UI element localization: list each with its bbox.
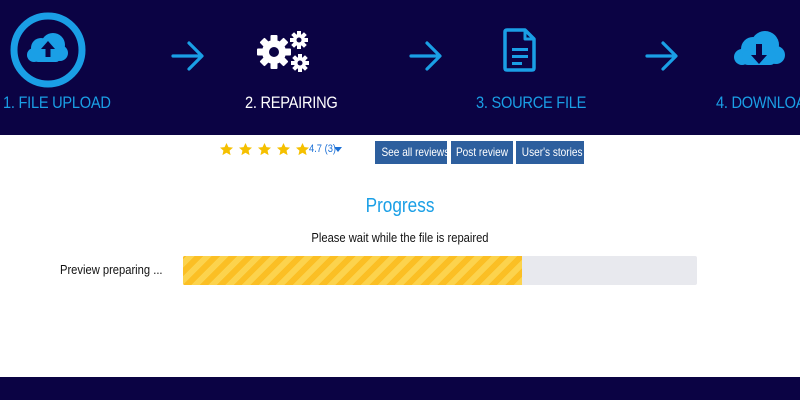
caret-down-icon[interactable] <box>334 147 342 152</box>
cloud-download-icon <box>734 31 785 65</box>
progress-bar-fill <box>183 256 523 285</box>
see-all-reviews-label: See all reviews <box>381 145 450 159</box>
document-icon <box>503 28 536 72</box>
arrow-right-icon <box>409 41 442 71</box>
star-icon[interactable] <box>219 142 234 157</box>
users-stories-button[interactable]: User's stories <box>516 141 584 164</box>
arrow-right-icon <box>171 41 204 71</box>
star-icon[interactable] <box>276 142 291 157</box>
rating-value[interactable]: 4.7 (3) <box>309 143 336 155</box>
footer-bar <box>0 377 800 400</box>
see-all-reviews-button[interactable]: See all reviews <box>375 141 450 164</box>
steps-header: 1. FILE UPLOAD 2. REPAIRING 3. SOURCE FI… <box>0 0 800 135</box>
progress-title-text: Progress <box>365 195 435 217</box>
step-label-download: 4. DOWNLOAD <box>716 93 800 112</box>
arrow-right-icon <box>645 41 678 71</box>
progress-subtitle-text: Please wait while the file is repaired <box>311 230 489 245</box>
users-stories-label: User's stories <box>521 145 583 159</box>
rating-stars[interactable] <box>219 142 310 158</box>
star-icon[interactable] <box>257 142 272 157</box>
post-review-label: Post review <box>455 145 509 159</box>
step-label-file-upload: 1. FILE UPLOAD <box>3 93 111 112</box>
post-review-button[interactable]: Post review <box>451 141 513 164</box>
star-icon[interactable] <box>295 142 310 157</box>
step-label-repairing: 2. REPAIRING <box>245 93 338 112</box>
progress-bar <box>183 256 697 285</box>
preview-status-label: Preview preparing ... <box>60 262 163 277</box>
star-icon[interactable] <box>238 142 253 157</box>
progress-subtitle: Please wait while the file is repaired <box>0 230 800 245</box>
gears-icon <box>257 31 309 72</box>
step-label-source-file: 3. SOURCE FILE <box>476 93 587 112</box>
cloud-upload-icon <box>10 12 86 88</box>
progress-title: Progress <box>0 195 800 218</box>
